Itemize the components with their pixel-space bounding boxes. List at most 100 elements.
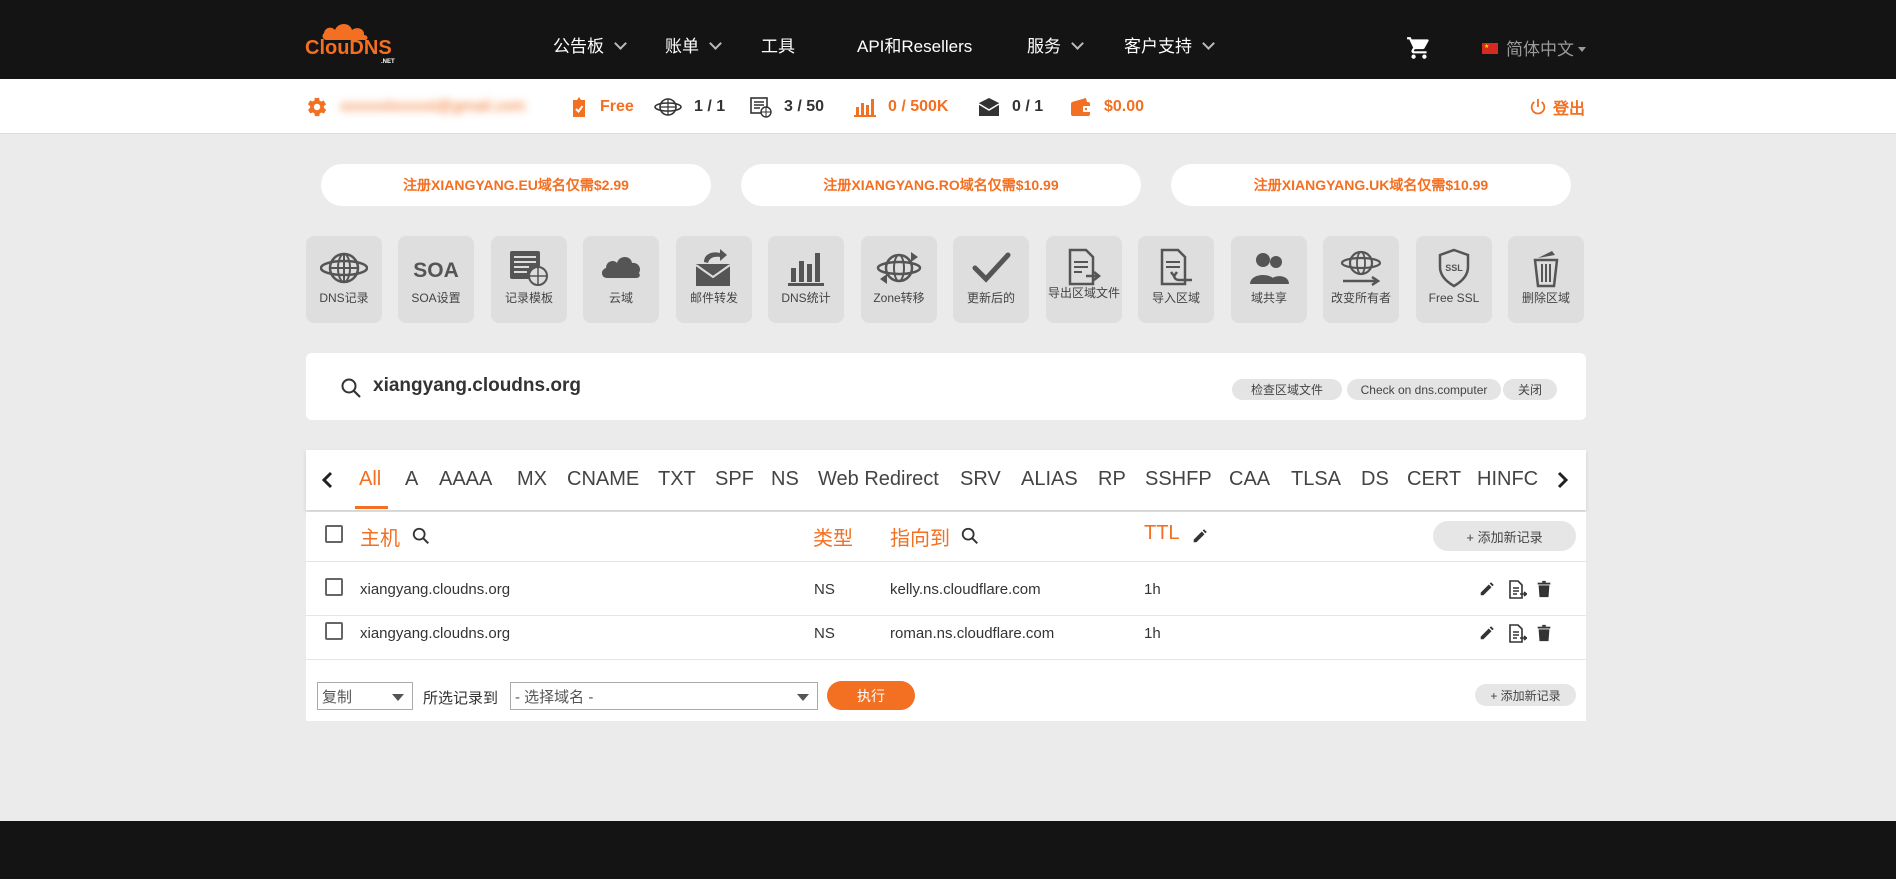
logout-button[interactable]: 登出 [1529, 79, 1585, 134]
zones-count: 1 / 1 [694, 97, 726, 115]
cart-icon[interactable] [1406, 35, 1432, 61]
tab-spf[interactable]: SPF [715, 468, 754, 491]
tab-rp[interactable]: RP [1098, 468, 1126, 491]
globe-icon [654, 97, 682, 116]
bar-chart-icon [854, 98, 876, 117]
tool-soa[interactable]: SOA SOA设置 [398, 236, 474, 323]
tab-mx[interactable]: MX [517, 468, 547, 491]
account-balance[interactable]: $0.00 [1070, 79, 1144, 134]
account-queries[interactable]: 0 / 500K [854, 79, 948, 134]
promo-uk[interactable]: 注册XIANGYANG.UK域名仅需$10.99 [1171, 164, 1571, 206]
tool-dns-stats[interactable]: DNS统计 [768, 236, 844, 323]
trash-icon[interactable] [1535, 624, 1553, 642]
nav-support[interactable]: 客户支持 [1124, 0, 1215, 79]
pencil-icon[interactable] [1191, 527, 1209, 545]
tab-ns[interactable]: NS [771, 468, 799, 491]
promo-ro[interactable]: 注册XIANGYANG.RO域名仅需$10.99 [741, 164, 1141, 206]
add-record-bottom-button[interactable]: + 添加新记录 [1475, 684, 1576, 706]
tab-tlsa[interactable]: TLSA [1291, 468, 1341, 491]
copy-record-icon[interactable] [1507, 624, 1527, 644]
tab-all[interactable]: All [359, 468, 381, 491]
search-icon[interactable] [960, 526, 980, 546]
host-column-header[interactable]: 主机 [360, 522, 400, 551]
tool-zone-transfer[interactable]: Zone转移 [861, 236, 937, 323]
tab-cname[interactable]: CNAME [567, 468, 639, 491]
tool-delete-zone[interactable]: 删除区域 [1508, 236, 1584, 323]
trash-icon[interactable] [1535, 580, 1553, 598]
copy-record-icon[interactable] [1507, 580, 1527, 600]
ttl-column-header[interactable]: TTL [1144, 522, 1180, 545]
select-all-checkbox[interactable] [325, 525, 343, 543]
tool-updated[interactable]: 更新后的 [953, 236, 1029, 323]
zone-transfer-icon [876, 252, 922, 284]
nav-tools[interactable]: 工具 [761, 0, 795, 79]
target-domain-select[interactable]: - 选择域名 - [510, 682, 818, 710]
record-type-tabs: All A AAAA MX CNAME TXT SPF NS Web Redir… [306, 450, 1586, 510]
chevron-right-icon[interactable] [1550, 468, 1574, 492]
cloudns-logo[interactable]: ClouDNS .NET [305, 18, 400, 64]
tab-hinfo[interactable]: HINFC [1477, 468, 1538, 491]
nav-billing[interactable]: 账单 [665, 0, 722, 79]
close-zone-button[interactable]: 关闭 [1503, 379, 1557, 400]
language-selector[interactable]: 简体中文 [1482, 35, 1586, 60]
tool-label: DNS统计 [781, 291, 831, 305]
record-host: xiangyang.cloudns.org [360, 625, 511, 642]
search-icon[interactable] [411, 526, 431, 546]
tab-a[interactable]: A [405, 468, 418, 491]
check-dns-computer-button[interactable]: Check on dns.computer [1347, 379, 1501, 400]
tab-caa[interactable]: CAA [1229, 468, 1270, 491]
tool-domain-share[interactable]: 域共享 [1231, 236, 1307, 323]
svg-text:.NET: .NET [381, 59, 395, 64]
account-mail-forwards[interactable]: 0 / 1 [978, 79, 1043, 134]
tab-srv[interactable]: SRV [960, 468, 1001, 491]
account-zones[interactable]: 1 / 1 [654, 79, 725, 134]
tool-import-zone[interactable]: 导入区域 [1138, 236, 1214, 323]
tool-dns-records[interactable]: DNS记录 [306, 236, 382, 323]
dropdown-arrow-icon [797, 694, 809, 701]
edit-icon[interactable] [1478, 624, 1496, 642]
tab-txt[interactable]: TXT [658, 468, 696, 491]
active-tab-indicator [355, 506, 388, 509]
tool-templates[interactable]: 记录模板 [491, 236, 567, 323]
bulk-action-value: 复制 [322, 688, 353, 706]
logout-label: 登出 [1553, 100, 1586, 118]
cloud-icon [601, 257, 641, 278]
row-checkbox[interactable] [325, 622, 343, 640]
account-plan[interactable]: Free [570, 79, 634, 134]
edit-icon[interactable] [1478, 580, 1496, 598]
zone-domain[interactable]: xiangyang.cloudns.org [373, 375, 581, 397]
check-zone-file-button[interactable]: 检查区域文件 [1232, 379, 1342, 400]
add-record-button[interactable]: + 添加新记录 [1433, 521, 1576, 551]
type-column-header[interactable]: 类型 [813, 522, 853, 551]
chevron-left-icon[interactable] [316, 468, 340, 492]
nav-bulletin[interactable]: 公告板 [553, 0, 627, 79]
tool-export-zone[interactable]: 导出区域文件 [1046, 236, 1122, 323]
promo-eu[interactable]: 注册XIANGYANG.EU域名仅需$2.99 [321, 164, 711, 206]
tool-mail-forwarding[interactable]: 邮件转发 [676, 236, 752, 323]
execute-button[interactable]: 执行 [827, 681, 915, 710]
tool-cloud-domains[interactable]: 云域 [583, 236, 659, 323]
nav-api-resellers[interactable]: API和Resellers [857, 0, 972, 79]
mail-forward-icon [695, 249, 731, 286]
account-records[interactable]: 3 / 50 [750, 79, 824, 134]
tool-free-ssl[interactable]: SSL Free SSL [1416, 236, 1492, 323]
row-checkbox[interactable] [325, 578, 343, 596]
bulk-action-select[interactable]: 复制 [317, 682, 413, 710]
tab-alias[interactable]: ALIAS [1021, 468, 1078, 491]
tab-ds[interactable]: DS [1361, 468, 1389, 491]
tag-icon [573, 96, 585, 117]
table-row[interactable]: xiangyang.cloudns.org NS roman.ns.cloudf… [306, 607, 1586, 660]
trash-icon [1533, 251, 1559, 288]
tab-cert[interactable]: CERT [1407, 468, 1461, 491]
record-host: xiangyang.cloudns.org [360, 581, 511, 598]
tab-web-redirect[interactable]: Web Redirect [818, 468, 939, 491]
plan-label: Free [600, 97, 634, 115]
nav-services[interactable]: 服务 [1027, 0, 1084, 79]
points-to-column-header[interactable]: 指向到 [890, 522, 950, 551]
tab-aaaa[interactable]: AAAA [439, 468, 492, 491]
account-settings[interactable]: xxxxxxlxxxxxt@gmail.com [306, 79, 525, 134]
tool-change-owner[interactable]: 改变所有者 [1323, 236, 1399, 323]
caret-down-icon [1578, 47, 1586, 52]
tab-sshfp[interactable]: SSHFP [1145, 468, 1212, 491]
search-icon[interactable] [340, 377, 362, 399]
